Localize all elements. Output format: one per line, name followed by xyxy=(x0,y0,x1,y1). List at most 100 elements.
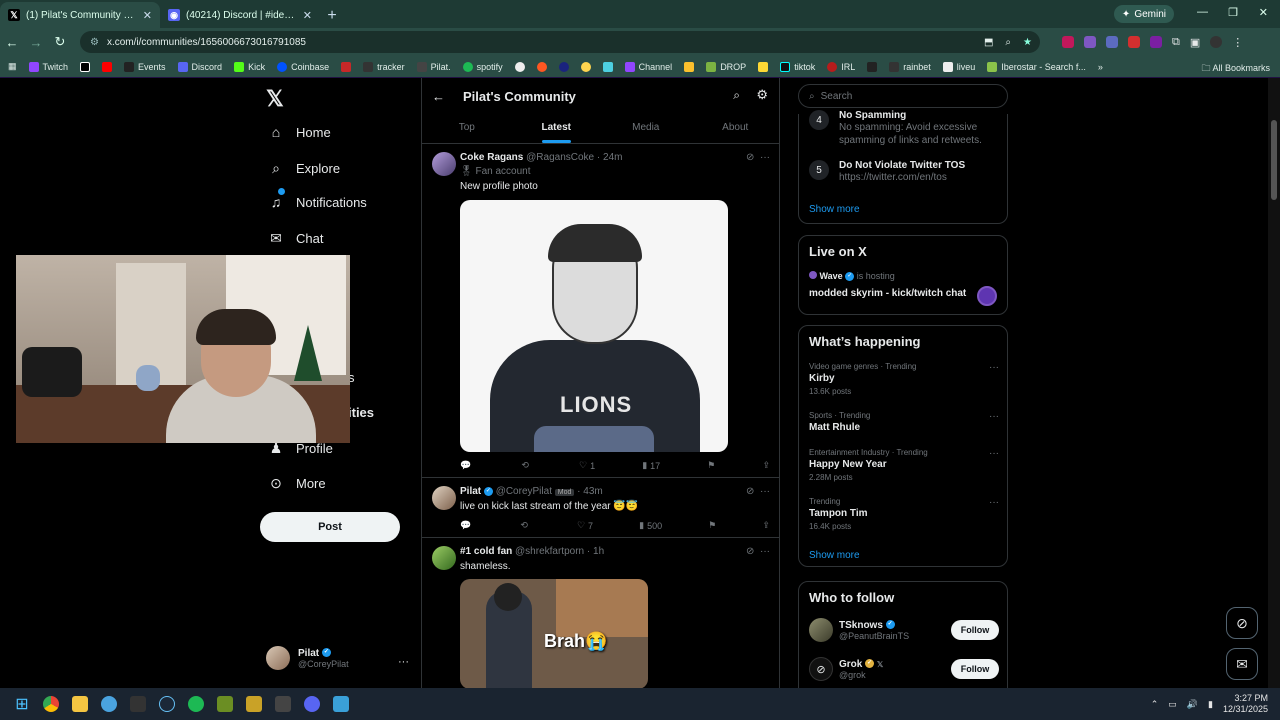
post-image[interactable]: LIONS xyxy=(460,200,728,452)
gemini-button[interactable]: ✦ Gemini xyxy=(1113,5,1174,23)
browser-tab-discord[interactable]: ◉ (40214) Discord | #ideas | Pilat's ✕ xyxy=(160,2,320,28)
site-info-icon[interactable]: ⚙ xyxy=(90,37,99,48)
tab-media[interactable]: Media xyxy=(601,114,691,143)
share-button[interactable]: ⇪ xyxy=(762,520,770,531)
messages-float-button[interactable]: ✉ xyxy=(1226,648,1258,680)
nav-communities[interactable]: ities xyxy=(348,405,374,420)
apps-grid-icon[interactable]: ▦ xyxy=(8,61,17,72)
close-icon[interactable]: ✕ xyxy=(143,9,152,22)
page-scrollbar[interactable] xyxy=(1268,78,1280,688)
trend-item[interactable]: Sports · Trending Matt Rhule ··· xyxy=(809,411,999,433)
author-name[interactable]: #1 cold fan xyxy=(460,546,512,557)
trend-item[interactable]: Trending Tampon Tim 16.4K posts ··· xyxy=(809,497,999,531)
start-button[interactable]: ⊞ xyxy=(8,690,36,718)
like-button[interactable]: ♡ 7 xyxy=(577,520,593,531)
profile-avatar-icon[interactable] xyxy=(1210,35,1223,48)
taskbar-discord[interactable] xyxy=(298,690,326,718)
bookmark-item[interactable] xyxy=(558,61,569,72)
host-avatar[interactable] xyxy=(977,286,997,306)
battery-icon[interactable]: ▮ xyxy=(1208,699,1213,710)
url-bar[interactable]: ⚙ x.com/i/communities/165600667301679108… xyxy=(80,31,1040,53)
avatar[interactable] xyxy=(432,152,456,176)
taskbar-epic[interactable] xyxy=(124,690,152,718)
bookmark-item[interactable]: Channel xyxy=(624,61,672,72)
repost-button[interactable]: ⟲ xyxy=(520,520,531,531)
restore-button[interactable]: ❐ xyxy=(1228,6,1238,19)
taskbar-app[interactable] xyxy=(240,690,268,718)
bookmark-item[interactable] xyxy=(514,61,525,72)
live-host[interactable]: Wave ✓ is hosting xyxy=(809,271,895,282)
trend-item[interactable]: Video game genres · Trending Kirby 13.6K… xyxy=(809,362,999,396)
bookmark-item[interactable] xyxy=(80,61,91,72)
grok-float-button[interactable]: ⊘ xyxy=(1226,607,1258,639)
more-icon[interactable]: ··· xyxy=(760,152,770,163)
menu-icon[interactable]: ⋮ xyxy=(1232,36,1243,49)
post-item[interactable]: Pilat ✓ @CoreyPilat Mod · 43m ⊘ ··· live… xyxy=(422,478,780,538)
nav-notifications[interactable]: ♫ Notifications xyxy=(268,188,367,210)
repost-button[interactable]: ⟲ xyxy=(521,460,532,471)
more-icon[interactable]: ··· xyxy=(989,448,999,459)
nav-home[interactable]: ⌂ Home xyxy=(268,124,331,140)
account-switcher[interactable]: Pilat ✓ @CoreyPilat xyxy=(266,646,349,670)
follow-suggestion[interactable]: TSknows ✓ @PeanutBrainTS Follow xyxy=(809,618,999,642)
tab-about[interactable]: About xyxy=(691,114,781,143)
bookmark-item[interactable]: liveu xyxy=(942,61,975,72)
more-icon[interactable]: ··· xyxy=(989,362,999,373)
show-more-link[interactable]: Show more xyxy=(809,204,860,215)
post-image[interactable]: Brah😭 xyxy=(460,579,648,688)
follow-button[interactable]: Follow xyxy=(951,659,999,679)
extension-icon[interactable] xyxy=(1150,35,1162,48)
author-name[interactable]: Pilat xyxy=(460,486,481,497)
bookmark-item[interactable] xyxy=(867,61,878,72)
back-button[interactable]: ← xyxy=(0,35,24,50)
close-icon[interactable]: ✕ xyxy=(303,9,312,22)
speaker-icon[interactable]: 🔊 xyxy=(1187,699,1198,710)
bookmark-item[interactable]: Discord xyxy=(177,61,222,72)
more-icon[interactable]: ··· xyxy=(760,546,770,557)
nav-explore[interactable]: ⌕ Explore xyxy=(268,160,340,177)
zoom-icon[interactable]: ⌕ xyxy=(1005,37,1011,48)
bookmark-item[interactable] xyxy=(758,61,769,72)
reply-button[interactable]: 💬 xyxy=(460,460,474,471)
post-button[interactable]: Post xyxy=(260,512,400,542)
like-button[interactable]: ♡ 1 xyxy=(579,460,595,471)
gear-icon[interactable]: ⚙ xyxy=(756,87,768,103)
all-bookmarks-button[interactable]: 🗀 All Bookmarks xyxy=(1201,61,1270,77)
taskbar-spotify[interactable] xyxy=(182,690,210,718)
grok-icon[interactable]: ⊘ xyxy=(746,546,754,557)
views-button[interactable]: ▮ 17 xyxy=(642,460,660,471)
bookmark-item[interactable] xyxy=(536,61,547,72)
taskbar-steam[interactable] xyxy=(153,690,181,718)
tab-top[interactable]: Top xyxy=(422,114,512,143)
show-more-link[interactable]: Show more xyxy=(809,550,860,561)
trend-item[interactable]: Entertainment Industry · Trending Happy … xyxy=(809,448,999,482)
post-time[interactable]: 24m xyxy=(603,152,622,163)
follow-suggestion[interactable]: ⊘ Grok ✓ 𝕏 @grok Follow xyxy=(809,657,999,681)
install-icon[interactable]: ⬒ xyxy=(984,37,993,48)
reply-button[interactable]: 💬 xyxy=(460,520,474,531)
bookmark-button[interactable]: ⚑ xyxy=(708,520,716,531)
nav-chat[interactable]: ✉ Chat xyxy=(268,230,323,247)
browser-tab-community[interactable]: 𝕏 (1) Pilat's Community Community ✕ xyxy=(0,2,160,28)
chevron-up-icon[interactable]: ⌃ xyxy=(1151,699,1159,710)
grok-icon[interactable]: ⊘ xyxy=(746,152,754,163)
window-close-button[interactable]: ✕ xyxy=(1259,6,1268,19)
post-time[interactable]: 43m xyxy=(583,486,602,497)
bookmark-item[interactable]: IRL xyxy=(827,61,855,72)
taskbar-explorer[interactable] xyxy=(66,690,94,718)
more-icon[interactable]: ··· xyxy=(989,411,999,422)
bookmark-item[interactable]: Pilat. xyxy=(416,61,451,72)
avatar[interactable] xyxy=(432,486,456,510)
bookmark-item[interactable]: Coinbase xyxy=(277,61,329,72)
taskbar-notepad[interactable] xyxy=(327,690,355,718)
adblock-icon[interactable] xyxy=(1128,35,1140,48)
tab-latest[interactable]: Latest xyxy=(512,114,602,143)
extension-icon[interactable] xyxy=(1106,35,1118,48)
author-name[interactable]: Coke Ragans xyxy=(460,152,523,163)
bookmark-item[interactable]: tiktok xyxy=(780,61,815,72)
star-icon[interactable]: ★ xyxy=(1023,37,1032,48)
bookmark-item[interactable]: DROP xyxy=(706,61,746,72)
search-icon[interactable]: ⌕ xyxy=(733,88,740,103)
account-more-icon[interactable]: ··· xyxy=(398,656,409,668)
bookmark-item[interactable] xyxy=(102,61,113,72)
